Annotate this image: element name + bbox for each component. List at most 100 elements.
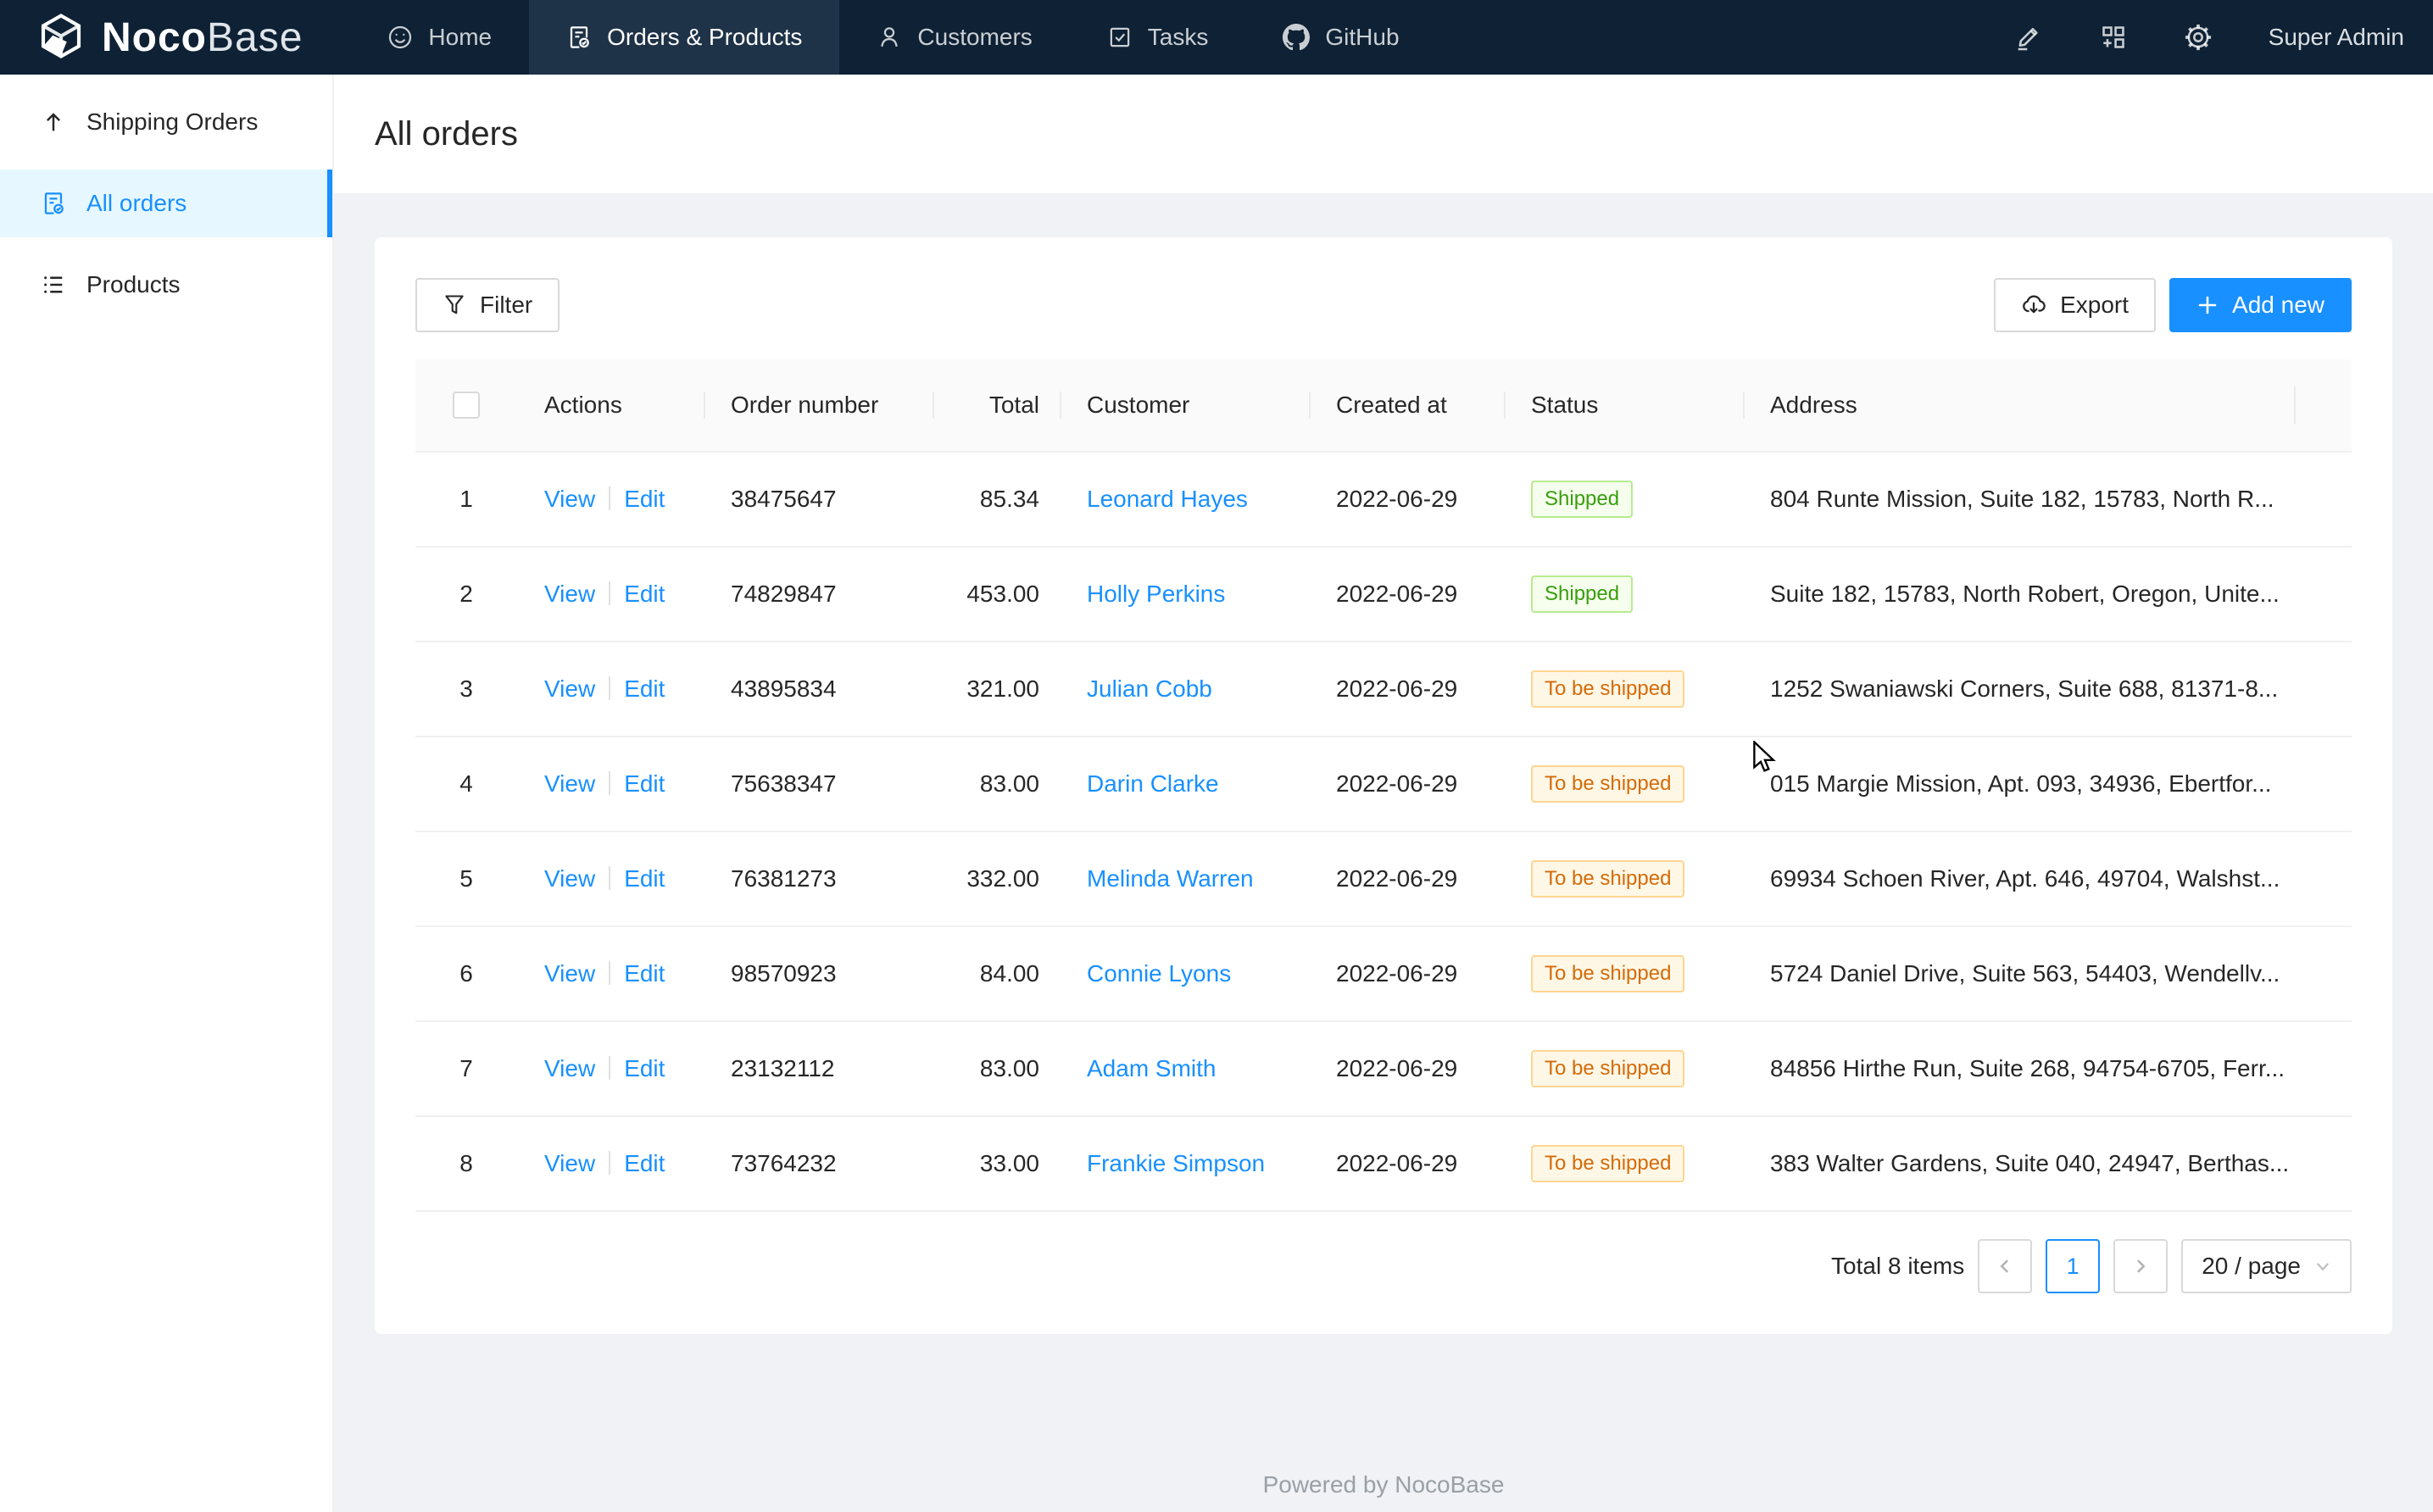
column-header-total: Total (933, 392, 1060, 419)
sidebar-item-all-orders[interactable]: All orders (0, 170, 332, 237)
order-number-cell: 76381273 (704, 865, 933, 892)
view-link[interactable]: View (544, 675, 595, 702)
total-cell: 85.34 (933, 486, 1060, 513)
edit-link[interactable]: Edit (624, 675, 665, 702)
row-index: 2 (443, 581, 490, 608)
address-cell: 69934 Schoen River, Apt. 646, 49704, Wal… (1743, 865, 2294, 892)
user-menu[interactable]: Super Admin (2269, 24, 2404, 51)
status-badge: To be shipped (1531, 670, 1684, 708)
nav-item-label: Customers (917, 24, 1032, 51)
nav-item-home[interactable]: Home (350, 0, 529, 75)
view-link[interactable]: View (544, 1150, 595, 1176)
sidebar-item-label: Shipping Orders (86, 108, 258, 136)
sidebar-item-shipping-orders[interactable]: Shipping Orders (0, 88, 332, 156)
pagination-next-button[interactable] (2113, 1239, 2168, 1293)
view-link[interactable]: View (544, 1055, 595, 1081)
action-divider (609, 676, 610, 700)
created-at-cell: 2022-06-29 (1309, 960, 1504, 987)
nav-item-github[interactable]: GitHub (1245, 0, 1436, 75)
page-size-select[interactable]: 20 / page (2181, 1239, 2352, 1293)
action-divider (609, 486, 610, 510)
edit-link[interactable]: Edit (624, 960, 665, 987)
table-row: 8 ViewEdit 73764232 33.00 Frankie Simpso… (415, 1117, 2352, 1212)
column-header-created-at: Created at (1309, 392, 1504, 419)
add-new-button-label: Add new (2232, 292, 2324, 319)
check-square-icon (1107, 25, 1133, 50)
user-icon (877, 25, 902, 50)
smile-icon (387, 25, 413, 50)
order-number-cell: 75638347 (704, 770, 933, 798)
column-header-address: Address (1743, 392, 2294, 419)
customer-link[interactable]: Holly Perkins (1087, 581, 1225, 607)
pagination-total: Total 8 items (1831, 1253, 1964, 1280)
view-link[interactable]: View (544, 770, 595, 797)
table-row: 3 ViewEdit 43895834 321.00 Julian Cobb 2… (415, 642, 2352, 737)
customer-link[interactable]: Melinda Warren (1087, 865, 1254, 892)
pagination-page-1[interactable]: 1 (2046, 1239, 2100, 1293)
view-link[interactable]: View (544, 865, 595, 892)
settings-gear-icon[interactable] (2184, 23, 2213, 52)
customer-link[interactable]: Leonard Hayes (1087, 486, 1248, 512)
edit-link[interactable]: Edit (624, 1150, 665, 1176)
pagination: Total 8 items 1 (415, 1239, 2352, 1293)
chevron-right-icon (2132, 1258, 2149, 1275)
address-cell: 5724 Daniel Drive, Suite 563, 54403, Wen… (1743, 960, 2294, 987)
filter-icon (443, 293, 466, 317)
address-cell: 84856 Hirthe Run, Suite 268, 94754-6705,… (1743, 1055, 2294, 1082)
total-cell: 33.00 (933, 1150, 1060, 1177)
chevron-left-icon (1996, 1258, 2013, 1275)
row-index: 4 (443, 770, 490, 798)
customer-link[interactable]: Julian Cobb (1087, 675, 1212, 702)
action-divider (609, 581, 610, 605)
nav-item-label: Tasks (1148, 24, 1209, 51)
order-number-cell: 23132112 (704, 1055, 933, 1082)
main-menu: Home Orders & Products (350, 0, 1436, 75)
top-nav: NocoBase Home (0, 0, 2433, 75)
order-number-cell: 43895834 (704, 675, 933, 703)
nav-item-customers[interactable]: Customers (839, 0, 1069, 75)
edit-link[interactable]: Edit (624, 581, 665, 607)
view-link[interactable]: View (544, 581, 595, 607)
view-link[interactable]: View (544, 960, 595, 987)
content-area: Filter Export (334, 193, 2433, 1512)
filter-button[interactable]: Filter (415, 278, 560, 332)
sidebar-item-products[interactable]: Products (0, 251, 332, 319)
add-new-button[interactable]: Add new (2169, 278, 2352, 332)
column-header-filler (2294, 359, 2352, 451)
plugin-blocks-icon[interactable] (2099, 23, 2128, 52)
total-cell: 83.00 (933, 1055, 1060, 1082)
customer-link[interactable]: Frankie Simpson (1087, 1150, 1265, 1176)
view-link[interactable]: View (544, 486, 595, 512)
total-cell: 83.00 (933, 770, 1060, 798)
page-header: All orders (334, 75, 2433, 193)
table-row: 6 ViewEdit 98570923 84.00 Connie Lyons 2… (415, 927, 2352, 1022)
action-divider (609, 1151, 610, 1175)
edit-link[interactable]: Edit (624, 770, 665, 797)
edit-link[interactable]: Edit (624, 865, 665, 892)
customer-link[interactable]: Darin Clarke (1087, 770, 1219, 797)
nav-right: Super Admin (2014, 0, 2433, 75)
pagination-prev-button[interactable] (1978, 1239, 2032, 1293)
export-button[interactable]: Export (1994, 278, 2156, 332)
order-number-cell: 74829847 (704, 581, 933, 608)
table-row: 1 ViewEdit 38475647 85.34 Leonard Hayes … (415, 453, 2352, 548)
row-index: 3 (443, 675, 490, 703)
row-index: 1 (443, 486, 490, 513)
table-row: 5 ViewEdit 76381273 332.00 Melinda Warre… (415, 832, 2352, 927)
table-toolbar: Filter Export (415, 278, 2352, 332)
address-cell: 383 Walter Gardens, Suite 040, 24947, Be… (1743, 1150, 2294, 1177)
highlighter-icon[interactable] (2014, 23, 2043, 52)
select-all-checkbox[interactable] (453, 392, 480, 419)
edit-link[interactable]: Edit (624, 1055, 665, 1081)
table-row: 4 ViewEdit 75638347 83.00 Darin Clarke 2… (415, 737, 2352, 832)
nav-item-orders-products[interactable]: Orders & Products (529, 0, 839, 75)
customer-link[interactable]: Adam Smith (1087, 1055, 1216, 1081)
nocobase-logo[interactable]: NocoBase (0, 0, 350, 75)
filter-button-label: Filter (480, 292, 532, 319)
address-cell: 015 Margie Mission, Apt. 093, 34936, Ebe… (1743, 770, 2294, 798)
action-divider (609, 771, 610, 795)
customer-link[interactable]: Connie Lyons (1087, 960, 1231, 987)
status-badge: Shipped (1531, 481, 1633, 518)
nav-item-tasks[interactable]: Tasks (1070, 0, 1246, 75)
edit-link[interactable]: Edit (624, 486, 665, 512)
